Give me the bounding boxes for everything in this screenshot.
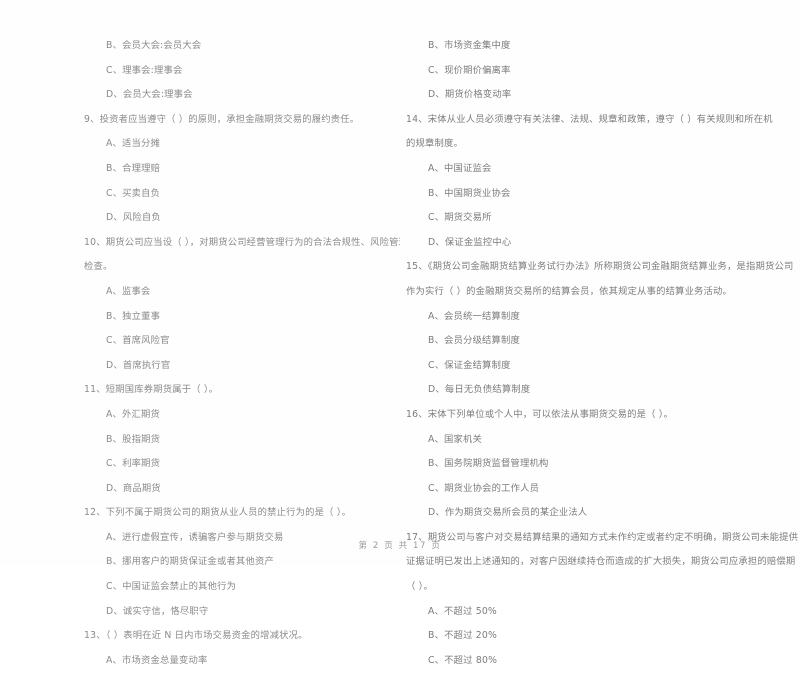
answer-option: C、中国证监会禁止的其他行为 xyxy=(106,581,237,593)
answer-option: C、期货业协会的工作人员 xyxy=(428,482,540,494)
answer-option: D、期货价格变动率 xyxy=(428,89,512,101)
question-stem-continuation: （ ）。 xyxy=(406,581,433,593)
page-sheet: B、会员大会:会员大会 C、理事会:理事会 D、会员大会:理事会 9、投资者应当遵守（… xyxy=(0,0,800,666)
question-stem: 12、下列不属于期货公司的期货从业人员的禁止行为的是（ ）。 xyxy=(84,507,352,519)
answer-option: D、会员大会:理事会 xyxy=(106,89,193,101)
answer-option: A、适当分摊 xyxy=(106,138,161,150)
question-stem: 13、（ ）表明在近 N 日内市场交易资金的增减状况。 xyxy=(84,630,308,642)
answer-option: D、每日无负债结算制度 xyxy=(428,384,531,396)
question-stem: 11、短期国库券期货属于（ ）。 xyxy=(84,384,219,396)
question-stem-continuation: 的规章制度。 xyxy=(406,138,463,150)
answer-option: D、保证金监控中心 xyxy=(428,236,512,248)
question-stem: 15、《期货公司金融期货结算业务试行办法》所称期货公司金融期货结算业务，是指期货… xyxy=(406,261,794,273)
answer-option: D、诚实守信，恪尽职守 xyxy=(106,605,209,617)
answer-option: B、市场资金集中度 xyxy=(428,40,511,51)
answer-option: B、不超过 20% xyxy=(428,630,497,642)
answer-option: A、市场资金总量变动率 xyxy=(106,654,208,666)
left-text-column: B、会员大会:会员大会 C、理事会:理事会 D、会员大会:理事会 9、投资者应当遵守（… xyxy=(0,34,400,673)
answer-option: A、会员统一结算制度 xyxy=(428,310,521,322)
answer-option: D、商品期货 xyxy=(106,482,161,494)
answer-option: B、挪用客户的期货保证金或者其他资产 xyxy=(106,556,275,568)
answer-option: C、买卖自负 xyxy=(106,187,161,199)
answer-option: B、合理理赔 xyxy=(106,162,161,174)
question-stem-continuation: 作为实行（ ）的金融期货交易所的结算会员，依其规定从事的结算业务活动。 xyxy=(406,285,733,297)
answer-option: B、独立董事 xyxy=(106,310,161,322)
answer-option: D、作为期货交易所会员的某企业法人 xyxy=(428,507,588,519)
answer-option: C、不超过 80% xyxy=(428,654,498,666)
answer-option: D、首席执行官 xyxy=(106,359,171,371)
answer-option: C、保证金结算制度 xyxy=(428,359,511,371)
answer-option: B、会员大会:会员大会 xyxy=(106,40,202,51)
question-stem: 10、期货公司应当设（ ），对期货公司经营管理行为的合法合规性、风险管理进行监督… xyxy=(84,236,400,248)
question-stem-continuation: 检查。 xyxy=(84,261,113,273)
answer-option: A、不超过 50% xyxy=(428,605,497,617)
question-stem-continuation: 证据证明已发出上述通知的，对客户因继续持仓而造成的扩大损失，期货公司应承担的赔偿… xyxy=(406,556,796,568)
right-question-list: B、市场资金集中度 C、现价期价偏离率 D、期货价格变动率 14、宋体从业人员必须遵守… xyxy=(406,34,798,673)
answer-option: B、股指期货 xyxy=(106,433,161,445)
page-footer: 第 2 页 共 17 页 xyxy=(358,541,442,551)
question-stem: 14、宋体从业人员必须遵守有关法律、法规、规章和政策，遵守（ ）有关规则和所在机 xyxy=(406,113,773,125)
question-stem: 16、宋体下列单位或个人中，可以依法从事期货交易的是（ ）。 xyxy=(406,408,674,420)
question-stem: 9、投资者应当遵守（ ）的原则，承担金融期货交易的履约责任。 xyxy=(84,113,360,125)
answer-option: C、理事会:理事会 xyxy=(106,64,183,76)
left-question-list: B、会员大会:会员大会 C、理事会:理事会 D、会员大会:理事会 9、投资者应当遵守（… xyxy=(84,34,400,673)
answer-option: A、外汇期货 xyxy=(106,408,161,420)
answer-option: B、中国期货业协会 xyxy=(428,187,511,199)
answer-option: D、风险自负 xyxy=(106,212,161,224)
right-text-column: B、市场资金集中度 C、现价期价偏离率 D、期货价格变动率 14、宋体从业人员必须遵守… xyxy=(400,34,800,673)
answer-option: A、国家机关 xyxy=(428,433,483,445)
answer-option: A、监事会 xyxy=(106,285,151,297)
content-columns: B、会员大会:会员大会 C、理事会:理事会 D、会员大会:理事会 9、投资者应当遵守（… xyxy=(0,34,800,666)
answer-option: B、会员分级结算制度 xyxy=(428,335,521,347)
answer-option: C、利率期货 xyxy=(106,458,161,470)
answer-option: C、现价期价偏离率 xyxy=(428,64,511,76)
answer-option: C、期货交易所 xyxy=(428,212,492,224)
answer-option: B、国务院期货监督管理机构 xyxy=(428,458,549,470)
answer-option: A、中国证监会 xyxy=(428,162,492,174)
answer-option: C、首席风险官 xyxy=(106,335,170,347)
